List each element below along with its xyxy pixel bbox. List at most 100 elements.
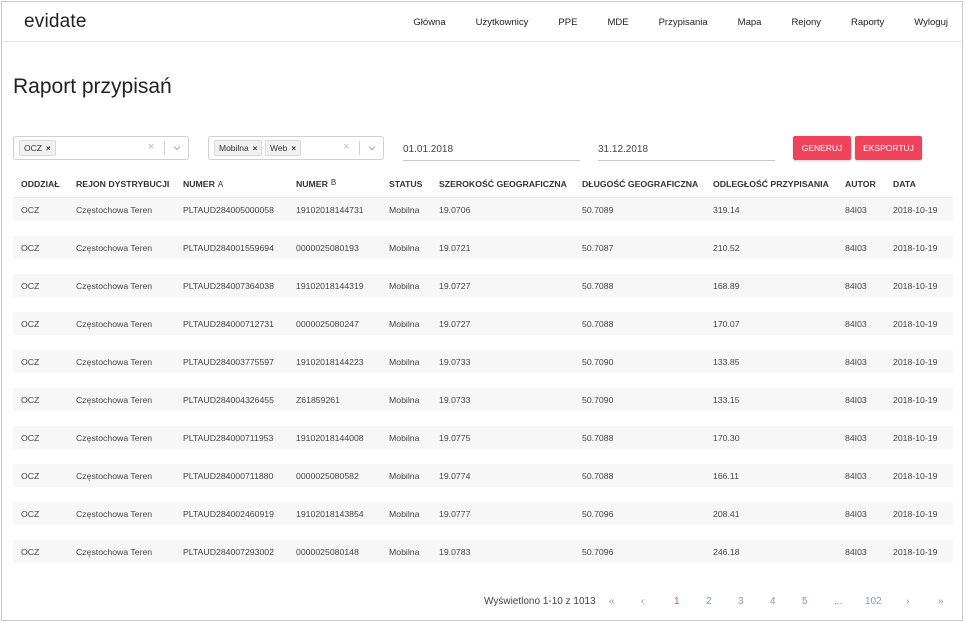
oddzial-multiselect[interactable]: OCZ × × — [13, 136, 189, 160]
cell-data: 2018-10-19 — [893, 433, 938, 443]
cell-data: 2018-10-19 — [893, 471, 938, 481]
table-row[interactable]: OCZ Częstochowa Teren PLTAUD284000712731 00… — [13, 312, 953, 350]
cell-numer-b: 0000025080193 — [296, 243, 359, 253]
chip-mobilna: Mobilna × — [214, 140, 263, 156]
prev-page-button[interactable]: ‹ — [641, 596, 644, 607]
cell-rejon: Częstochowa Teren — [76, 319, 153, 329]
cell-oddzial: OCZ — [21, 509, 40, 519]
chip-ocz: OCZ × — [19, 140, 56, 156]
app-window: evidate Główna Użytkownicy PPE MDE Przyp… — [1, 1, 963, 621]
cell-data: 2018-10-19 — [893, 357, 938, 367]
page-4-button[interactable]: 4 — [770, 596, 776, 607]
cell-odleglosc: 166.11 — [713, 471, 739, 481]
chip-remove-icon[interactable]: × — [291, 144, 296, 153]
clear-icon[interactable]: × — [343, 141, 349, 153]
cell-rejon: Częstochowa Teren — [76, 243, 153, 253]
cell-dlugosc: 50.7090 — [582, 357, 614, 367]
col-numer-b[interactable]: NUMER B — [296, 178, 336, 189]
cell-autor: 84I03 — [845, 281, 867, 291]
table-row[interactable]: OCZ Częstochowa Teren PLTAUD284005000058 19… — [13, 198, 953, 236]
nav-mde[interactable]: MDE — [607, 17, 628, 28]
page-3-button[interactable]: 3 — [738, 596, 744, 607]
cell-oddzial: OCZ — [21, 243, 40, 253]
cell-rejon: Częstochowa Teren — [76, 471, 153, 481]
cell-numer-b: 0000025080148 — [296, 547, 359, 557]
page-102-button[interactable]: 102 — [865, 596, 882, 607]
date-from-input[interactable]: 01.01.2018 — [403, 141, 580, 161]
generate-button[interactable]: GENERUJ — [793, 136, 851, 160]
chip-remove-icon[interactable]: × — [46, 144, 51, 153]
row-stripe — [13, 198, 953, 221]
cell-odleglosc: 246.18 — [713, 547, 740, 557]
nav-rejony[interactable]: Rejony — [791, 17, 821, 28]
cell-numer-b: 19102018143854 — [296, 509, 364, 519]
col-dlugosc[interactable]: DŁUGOŚĆ GEOGRAFICZNA — [582, 179, 698, 189]
nav-glowna[interactable]: Główna — [413, 17, 445, 28]
cell-numer-a: PLTAUD284004326455 — [183, 395, 274, 405]
cell-odleglosc: 168.89 — [713, 281, 740, 291]
cell-numer-a: PLTAUD284007364038 — [183, 281, 274, 291]
nav-raporty[interactable]: Raporty — [851, 17, 884, 28]
table-row[interactable]: OCZ Częstochowa Teren PLTAUD284000711880 00… — [13, 464, 953, 502]
nav-przypisania[interactable]: Przypisania — [659, 17, 708, 28]
col-status[interactable]: STATUS — [389, 179, 422, 189]
nav-ppe[interactable]: PPE — [558, 17, 577, 28]
cell-data: 2018-10-19 — [893, 509, 938, 519]
cell-szerokosc: 19.0774 — [439, 471, 471, 481]
cell-numer-a: PLTAUD284007293002 — [183, 547, 274, 557]
clear-icon[interactable]: × — [148, 141, 154, 153]
chip-remove-icon[interactable]: × — [253, 144, 258, 153]
cell-data: 2018-10-19 — [893, 547, 938, 557]
col-szerokosc[interactable]: SZEROKOŚĆ GEOGRAFICZNA — [439, 179, 567, 189]
cell-odleglosc: 170.30 — [713, 433, 740, 443]
cell-autor: 84I03 — [845, 243, 867, 253]
export-button[interactable]: EKSPORTUJ — [855, 136, 922, 160]
cell-numer-b: Z61859261 — [296, 395, 340, 405]
table-row[interactable]: OCZ Częstochowa Teren PLTAUD284004326455 Z6… — [13, 388, 953, 426]
next-page-button[interactable]: › — [906, 596, 909, 607]
col-data[interactable]: DATA — [893, 179, 916, 189]
cell-status: Mobilna — [389, 243, 420, 253]
page-2-button[interactable]: 2 — [706, 596, 712, 607]
col-odleglosc[interactable]: ODLEGŁOŚĆ PRZYPISANIA — [713, 179, 829, 189]
nav-mapa[interactable]: Mapa — [738, 17, 762, 28]
cell-odleglosc: 170.07 — [713, 319, 740, 329]
page-5-button[interactable]: 5 — [802, 596, 808, 607]
cell-oddzial: OCZ — [21, 471, 40, 481]
col-oddzial[interactable]: ODDZIAŁ — [21, 179, 60, 189]
table-row[interactable]: OCZ Częstochowa Teren PLTAUD284002460919 19… — [13, 502, 953, 540]
cell-odleglosc: 208.41 — [713, 509, 740, 519]
cell-numer-a: PLTAUD284003775597 — [183, 357, 274, 367]
cell-dlugosc: 50.7088 — [582, 433, 614, 443]
nav-uzytkownicy[interactable]: Użytkownicy — [476, 17, 529, 28]
table-row[interactable]: OCZ Częstochowa Teren PLTAUD284000711953 19… — [13, 426, 953, 464]
page-1-button[interactable]: 1 — [674, 596, 680, 607]
cell-rejon: Częstochowa Teren — [76, 509, 153, 519]
row-stripe — [13, 464, 953, 487]
table-row[interactable]: OCZ Częstochowa Teren PLTAUD284001559694 00… — [13, 236, 953, 274]
table-row[interactable]: OCZ Częstochowa Teren PLTAUD284007293002 00… — [13, 540, 953, 578]
chevron-down-icon[interactable] — [366, 142, 378, 154]
evidate-logo[interactable]: evidate — [24, 11, 87, 33]
row-stripe — [13, 388, 953, 411]
last-page-button[interactable]: » — [938, 596, 944, 607]
table-row[interactable]: OCZ Częstochowa Teren PLTAUD284003775597 19… — [13, 350, 953, 388]
date-to-input[interactable]: 31.12.2018 — [598, 141, 775, 161]
cell-autor: 84I03 — [845, 319, 867, 329]
col-autor[interactable]: AUTOR — [845, 179, 876, 189]
chevron-down-icon[interactable] — [171, 142, 183, 154]
cell-status: Mobilna — [389, 395, 420, 405]
first-page-button[interactable]: « — [609, 596, 615, 607]
cell-szerokosc: 19.0733 — [439, 395, 471, 405]
nav-wyloguj[interactable]: Wyloguj — [914, 17, 948, 28]
status-multiselect[interactable]: Mobilna × Web × × — [208, 136, 384, 160]
table-row[interactable]: OCZ Częstochowa Teren PLTAUD284007364038 19… — [13, 274, 953, 312]
sort-a-icon: A — [217, 180, 224, 189]
cell-rejon: Częstochowa Teren — [76, 281, 153, 291]
cell-odleglosc: 133.85 — [713, 357, 740, 367]
cell-szerokosc: 19.0775 — [439, 433, 471, 443]
row-stripe — [13, 502, 953, 525]
col-rejon[interactable]: REJON DYSTRYBUCJI — [76, 179, 169, 189]
top-navbar: evidate Główna Użytkownicy PPE MDE Przyp… — [2, 2, 962, 42]
col-numer-a[interactable]: NUMER A — [183, 179, 223, 189]
